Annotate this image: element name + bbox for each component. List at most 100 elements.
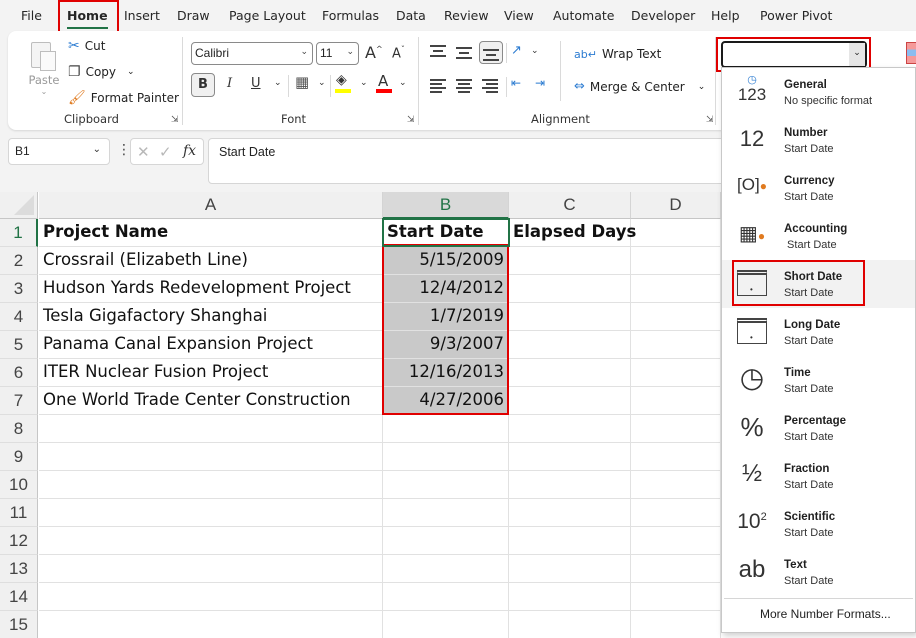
tab-view[interactable]: View — [504, 8, 534, 23]
cell-d6[interactable] — [631, 359, 721, 387]
tab-formulas[interactable]: Formulas — [322, 8, 379, 23]
cell-d9[interactable] — [631, 443, 721, 471]
align-left-icon[interactable] — [430, 79, 446, 93]
format-option-percentage[interactable]: % Percentage Start Date — [722, 404, 915, 452]
name-box[interactable]: B1 ⌄ — [8, 138, 110, 165]
cell-d11[interactable] — [631, 499, 721, 527]
row-header-11[interactable]: 11 — [0, 499, 38, 527]
orientation-chevron-down-icon[interactable]: ⌄ — [531, 46, 539, 56]
format-option-accounting[interactable]: ▦● Accounting Start Date — [722, 212, 915, 260]
cell-b5[interactable]: 9/3/2007 — [383, 331, 509, 359]
tab-help[interactable]: Help — [711, 8, 740, 23]
column-header-d[interactable]: D — [631, 192, 721, 219]
format-option-number[interactable]: 12 Number Start Date — [722, 116, 915, 164]
cell-a14[interactable] — [39, 583, 383, 611]
cell-a9[interactable] — [39, 443, 383, 471]
orientation-icon[interactable]: ↗ — [511, 43, 522, 58]
cell-b3[interactable]: 12/4/2012 — [383, 275, 509, 303]
font-color-icon[interactable]: A — [378, 72, 388, 90]
cell-c8[interactable] — [509, 415, 631, 443]
borders-icon[interactable]: ▦ — [295, 73, 309, 91]
increase-indent-icon[interactable]: ⇥ — [535, 76, 545, 90]
row-header-3[interactable]: 3 — [0, 275, 38, 303]
cell-a3[interactable]: Hudson Yards Redevelopment Project — [39, 275, 383, 303]
column-header-a[interactable]: A — [39, 192, 383, 219]
row-header-6[interactable]: 6 — [0, 359, 38, 387]
cell-d15[interactable] — [631, 611, 721, 638]
cell-d4[interactable] — [631, 303, 721, 331]
alignment-dialog-launcher-icon[interactable]: ⇲ — [706, 115, 714, 125]
cell-a6[interactable]: ITER Nuclear Fusion Project — [39, 359, 383, 387]
borders-chevron-down-icon[interactable]: ⌄ — [318, 78, 326, 88]
format-option-fraction[interactable]: ½ Fraction Start Date — [722, 452, 915, 500]
cell-a13[interactable] — [39, 555, 383, 583]
cell-b8[interactable] — [383, 415, 509, 443]
cell-a11[interactable] — [39, 499, 383, 527]
cell-c14[interactable] — [509, 583, 631, 611]
cell-b11[interactable] — [383, 499, 509, 527]
tab-review[interactable]: Review — [444, 8, 489, 23]
cell-b12[interactable] — [383, 527, 509, 555]
tab-power-pivot[interactable]: Power Pivot — [760, 8, 832, 23]
cell-a8[interactable] — [39, 415, 383, 443]
paste-button[interactable]: Paste ⌄ — [26, 39, 62, 96]
decrease-indent-icon[interactable]: ⇤ — [511, 76, 521, 90]
cell-c5[interactable] — [509, 331, 631, 359]
cell-d5[interactable] — [631, 331, 721, 359]
tab-draw[interactable]: Draw — [177, 8, 210, 23]
fill-color-icon[interactable]: ◈ — [336, 72, 347, 88]
cell-a2[interactable]: Crossrail (Elizabeth Line) — [39, 247, 383, 275]
tab-home[interactable]: Home — [67, 8, 108, 29]
cell-d3[interactable] — [631, 275, 721, 303]
tab-automate[interactable]: Automate — [553, 8, 614, 23]
row-header-5[interactable]: 5 — [0, 331, 38, 359]
font-name-combo[interactable]: Calibri ⌄ — [191, 42, 313, 65]
cell-b2[interactable]: 5/15/2009 — [383, 247, 509, 275]
cell-d10[interactable] — [631, 471, 721, 499]
cell-c13[interactable] — [509, 555, 631, 583]
underline-chevron-down-icon[interactable]: ⌄ — [274, 78, 282, 88]
cell-d13[interactable] — [631, 555, 721, 583]
cell-c2[interactable] — [509, 247, 631, 275]
merge-center-chevron-down-icon[interactable]: ⌄ — [698, 82, 706, 92]
cell-d1[interactable] — [631, 219, 721, 247]
row-header-15[interactable]: 15 — [0, 611, 38, 638]
row-header-14[interactable]: 14 — [0, 583, 38, 611]
format-option-long-date[interactable]: • Long Date Start Date — [722, 308, 915, 356]
cell-a1[interactable]: Project Name — [39, 219, 383, 247]
cell-c10[interactable] — [509, 471, 631, 499]
more-options-icon[interactable]: ⋮ — [117, 142, 131, 158]
italic-button[interactable]: I — [227, 76, 232, 91]
row-header-1[interactable]: 1 — [0, 219, 38, 247]
bottom-align-button[interactable] — [479, 41, 503, 64]
format-option-general[interactable]: ◷ 123 General No specific format — [722, 68, 915, 116]
font-dialog-launcher-icon[interactable]: ⇲ — [407, 115, 415, 125]
tab-file[interactable]: File — [21, 8, 42, 23]
copy-button[interactable]: ❐ Copy ⌄ — [68, 64, 135, 80]
format-option-short-date[interactable]: • Short Date Start Date — [722, 260, 915, 308]
cell-c6[interactable] — [509, 359, 631, 387]
cell-c12[interactable] — [509, 527, 631, 555]
cell-d2[interactable] — [631, 247, 721, 275]
align-right-icon[interactable] — [482, 79, 498, 93]
cell-c9[interactable] — [509, 443, 631, 471]
cell-d7[interactable] — [631, 387, 721, 415]
column-header-b[interactable]: B — [383, 192, 509, 219]
cell-a12[interactable] — [39, 527, 383, 555]
format-painter-button[interactable]: 🖌 Format Painter — [68, 90, 179, 106]
format-option-time[interactable]: ◷ Time Start Date — [722, 356, 915, 404]
font-size-combo[interactable]: 11 ⌄ — [316, 42, 359, 65]
cell-d8[interactable] — [631, 415, 721, 443]
wrap-text-button[interactable]: ab↵ Wrap Text — [574, 47, 661, 61]
select-all-button[interactable] — [0, 192, 38, 219]
top-align-icon[interactable] — [430, 45, 446, 57]
cell-a4[interactable]: Tesla Gigafactory Shanghai — [39, 303, 383, 331]
paste-chevron-down-icon[interactable]: ⌄ — [26, 87, 62, 96]
bold-button[interactable]: B — [191, 73, 215, 97]
insert-function-icon[interactable]: fx — [183, 143, 196, 159]
row-header-2[interactable]: 2 — [0, 247, 38, 275]
cell-d14[interactable] — [631, 583, 721, 611]
more-number-formats-link[interactable]: More Number Formats... — [760, 607, 891, 621]
merge-center-button[interactable]: ⇔ Merge & Center ⌄ — [574, 79, 705, 94]
tab-page-layout[interactable]: Page Layout — [229, 8, 306, 23]
